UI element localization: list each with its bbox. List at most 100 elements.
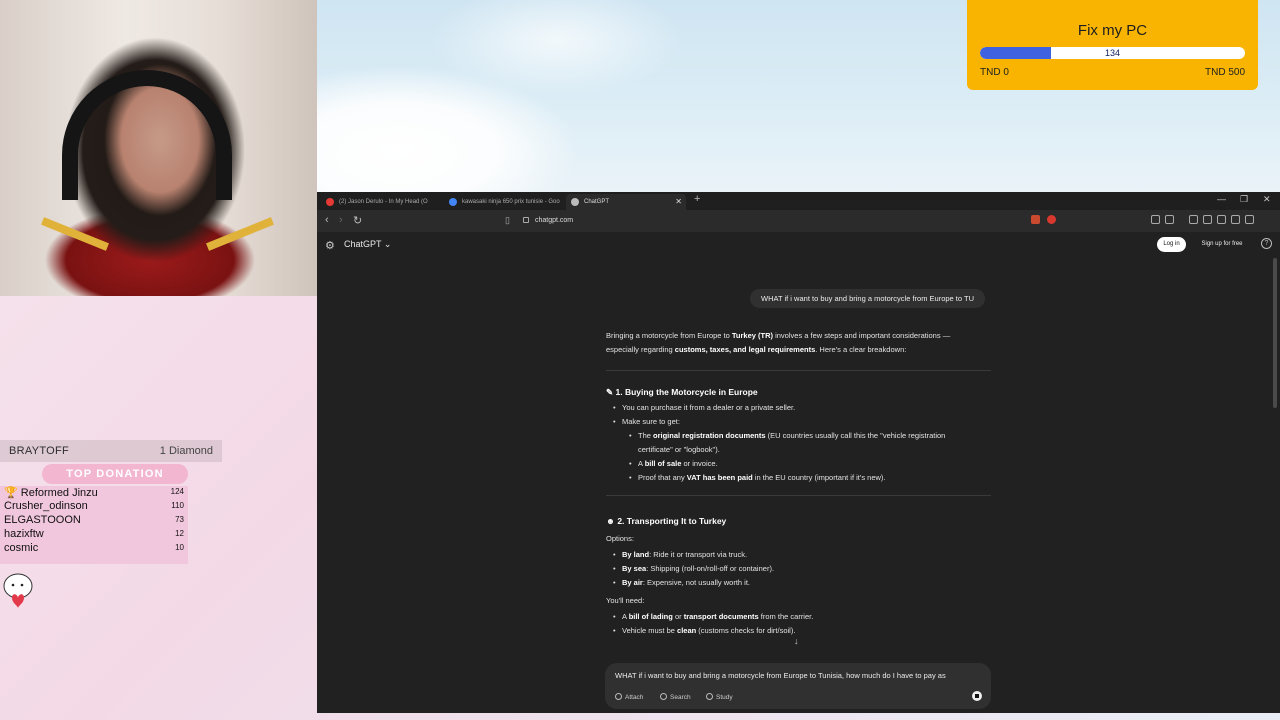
text: : Ride it or transport via truck. [649, 550, 748, 559]
reader-icon[interactable] [1165, 215, 1174, 224]
section-heading: ☻ 2. Transporting It to Turkey [606, 514, 726, 528]
section-heading: ✎ 1. Buying the Motorcycle in Europe [606, 385, 758, 399]
response-intro: Bringing a motorcycle from Europe to Tur… [606, 329, 991, 357]
music-icon[interactable] [1189, 215, 1198, 224]
list-item: A bill of sale or invoice. [629, 457, 718, 471]
goal-progress-track: 134 [980, 47, 1245, 59]
text: in the EU country (important if it's new… [752, 473, 886, 482]
alert-icon[interactable] [1047, 215, 1056, 224]
need-label: You'll need: [606, 596, 645, 605]
text: . Here's a clear breakdown: [815, 345, 907, 354]
download-icon[interactable] [1245, 215, 1254, 224]
bold-text: bill of sale [644, 459, 682, 468]
leo-icon[interactable] [1231, 215, 1240, 224]
button-label: Attach [625, 694, 644, 701]
donation-goal-widget: Fix my PC 134 TND 0 TND 500 [967, 0, 1258, 90]
tab-label: (2) Jason Derulo - In My Head (O [339, 199, 428, 205]
list-item-continuation: certificate" or "logbook"). [638, 445, 720, 454]
back-icon[interactable]: ‹ [325, 214, 329, 226]
text: Bringing a motorcycle from Europe to [606, 331, 732, 340]
donor-value: 110 [171, 501, 184, 510]
brave-shield-icon[interactable] [1031, 215, 1040, 224]
reload-icon[interactable]: ↻ [353, 214, 362, 227]
shirt-stripe [206, 217, 274, 251]
help-icon[interactable]: ? [1261, 238, 1272, 249]
site-info-icon[interactable] [523, 217, 529, 224]
book-icon [706, 693, 713, 700]
address-bar: ‹ › ↻ ▯ chatgpt.com [317, 210, 1280, 232]
tab-youtube[interactable]: (2) Jason Derulo - In My Head (O [321, 194, 439, 210]
restore-icon[interactable]: ❐ [1240, 194, 1248, 205]
heading-text: 2. Transporting It to Turkey [617, 516, 727, 526]
list-item: Proof that any VAT has been paid in the … [629, 471, 886, 485]
donor-name: cosmic [4, 542, 39, 554]
paperclip-icon [615, 693, 622, 700]
signup-button[interactable]: Sign up for free [1193, 237, 1251, 252]
tab-google-search[interactable]: kawasaki ninja 650 prix tunisie - Goo [444, 194, 562, 210]
goal-min-label: TND 0 [980, 67, 1009, 78]
options-label: Options: [606, 534, 634, 543]
study-button[interactable]: Study [706, 692, 733, 704]
donor-name: Crusher_odinson [4, 500, 88, 512]
divider [606, 495, 991, 496]
headset-shape [62, 70, 232, 200]
text: Vehicle must be [622, 626, 678, 635]
chatgpt-logo-icon[interactable]: ⚙ [325, 239, 335, 252]
close-window-icon[interactable]: ✕ [1263, 194, 1271, 205]
goal-max-label: TND 500 [1204, 67, 1245, 78]
scrollbar[interactable] [1272, 258, 1278, 708]
leaderboard-row: Crusher_odinson 110 [4, 500, 184, 514]
bold-text: bill of lading [628, 612, 673, 621]
tab-chatgpt[interactable]: ChatGPT ✕ [566, 194, 686, 210]
heading-text: 1. Buying the Motorcycle in Europe [615, 387, 758, 397]
bookmark-icon[interactable]: ▯ [505, 215, 510, 226]
webcam-feed [0, 0, 317, 296]
wallet-icon[interactable] [1217, 215, 1226, 224]
leaderboard-row: hazixftw 12 [4, 528, 184, 542]
top-donor-name: BRAYTOFF [9, 445, 70, 457]
top-donor-count: 1 Diamond [159, 445, 213, 457]
search-button[interactable]: Search [660, 692, 691, 704]
attach-button[interactable]: Attach [615, 692, 643, 704]
donor-value: 12 [175, 529, 184, 538]
scrollbar-thumb[interactable] [1273, 258, 1277, 408]
text: (EU countries usually call this the "veh… [765, 431, 946, 440]
menu-icon[interactable] [1261, 215, 1270, 224]
shirt-stripe [41, 217, 109, 251]
url-text: chatgpt.com [535, 217, 574, 224]
bold-text: By sea [622, 564, 647, 573]
leaderboard-row: 🏆 Reformed Jinzu 124 [4, 486, 184, 500]
message-composer: WHAT if i want to buy and bring a motorc… [605, 663, 991, 709]
browser-window: (2) Jason Derulo - In My Head (O kawasak… [317, 192, 1280, 713]
forward-icon[interactable]: › [339, 214, 343, 226]
youtube-favicon-icon [326, 198, 334, 206]
button-label: Study [716, 694, 733, 701]
bold-text: VAT has been paid [686, 473, 753, 482]
bold-text: By land [622, 550, 650, 559]
model-selector[interactable]: ChatGPT ⌄ [344, 239, 391, 250]
stop-generating-button[interactable] [972, 691, 982, 701]
minimize-icon[interactable]: — [1217, 194, 1226, 204]
scroll-down-icon[interactable]: ↓ [794, 636, 799, 646]
list-item: Vehicle must be clean (customs checks fo… [613, 624, 796, 638]
tab-label: ChatGPT [584, 199, 610, 205]
donation-leaderboard: BRAYTOFF 1 Diamond TOP DONATION 🏆 Reform… [0, 440, 222, 564]
close-tab-icon[interactable]: ✕ [675, 194, 682, 210]
new-tab-icon[interactable]: + [694, 193, 700, 205]
text: or invoice. [681, 459, 718, 468]
list-item: Make sure to get: [613, 415, 680, 429]
bold-text: transport documents [683, 612, 759, 621]
sidebar-icon[interactable] [1203, 215, 1212, 224]
list-item: By air: Expensive, not usually worth it. [613, 576, 750, 590]
text: (customs checks for dirt/soil). [696, 626, 796, 635]
url-field[interactable]: chatgpt.com [523, 214, 573, 228]
bold-text: customs, taxes, and legal requirements [674, 345, 816, 354]
text: A [622, 612, 629, 621]
donor-name: ELGASTOOON [4, 514, 81, 526]
globe-icon [660, 693, 667, 700]
login-button[interactable]: Log in [1157, 237, 1186, 252]
bold-text: By air [622, 578, 643, 587]
list-item: The original registration documents (EU … [629, 429, 946, 443]
prompt-input[interactable]: WHAT if i want to buy and bring a motorc… [615, 671, 975, 680]
extension-icon[interactable] [1151, 215, 1160, 224]
